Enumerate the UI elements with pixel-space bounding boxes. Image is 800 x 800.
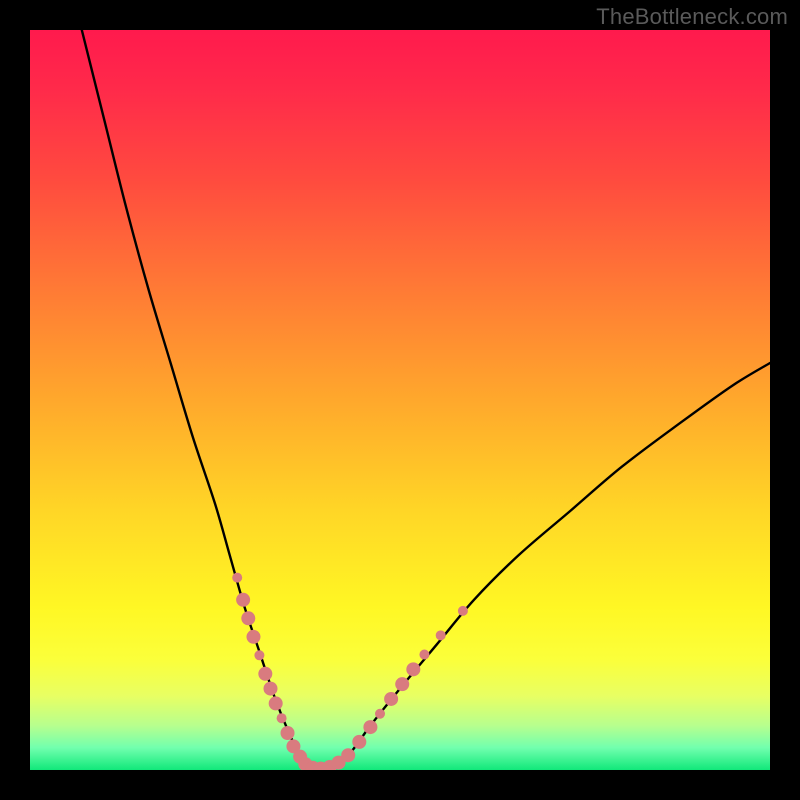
marker-dot — [436, 630, 446, 640]
marker-dot — [384, 692, 398, 706]
marker-dot — [241, 611, 255, 625]
marker-dot — [232, 573, 242, 583]
marker-dot — [264, 682, 278, 696]
marker-dot — [341, 748, 355, 762]
plot-area — [30, 30, 770, 770]
marker-dot — [458, 606, 468, 616]
marker-dot — [258, 667, 272, 681]
marker-dot — [363, 720, 377, 734]
marker-dots — [232, 573, 468, 770]
marker-dot — [281, 726, 295, 740]
marker-dot — [236, 593, 250, 607]
outer-frame: TheBottleneck.com — [0, 0, 800, 800]
marker-dot — [375, 709, 385, 719]
watermark-text: TheBottleneck.com — [596, 4, 788, 30]
marker-dot — [352, 735, 366, 749]
marker-dot — [269, 696, 283, 710]
marker-dot — [277, 713, 287, 723]
marker-dot — [254, 650, 264, 660]
chart-svg — [30, 30, 770, 770]
marker-dot — [395, 677, 409, 691]
marker-dot — [246, 630, 260, 644]
marker-dot — [419, 650, 429, 660]
marker-dot — [406, 662, 420, 676]
